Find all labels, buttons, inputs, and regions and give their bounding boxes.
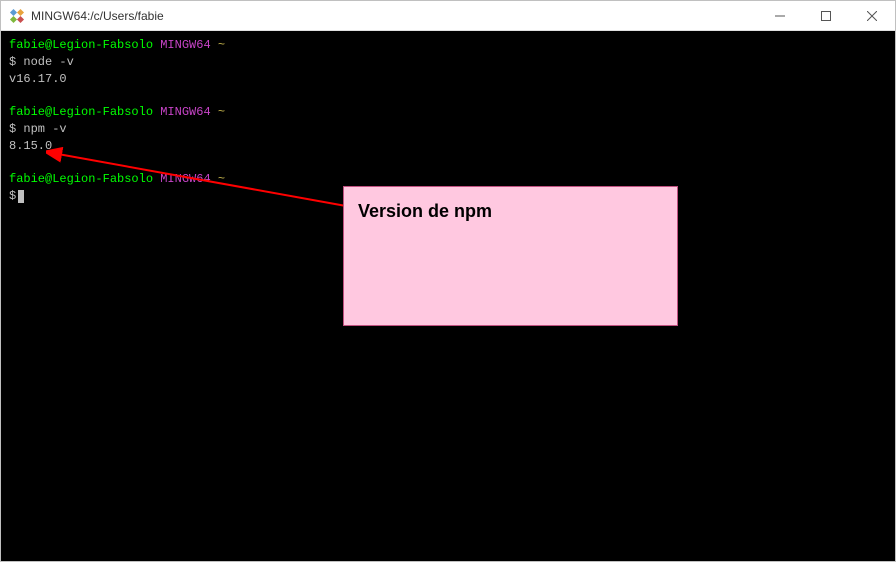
titlebar[interactable]: MINGW64:/c/Users/fabie bbox=[1, 1, 895, 31]
shell-name: MINGW64 bbox=[160, 172, 210, 186]
command-line: $ node -v bbox=[9, 54, 887, 71]
maximize-button[interactable] bbox=[803, 1, 849, 30]
minimize-button[interactable] bbox=[757, 1, 803, 30]
prompt-symbol: $ bbox=[9, 189, 16, 203]
command-text: npm -v bbox=[23, 122, 66, 136]
output-line: 8.15.0 bbox=[9, 138, 887, 155]
path: ~ bbox=[218, 172, 225, 186]
close-button[interactable] bbox=[849, 1, 895, 30]
user-host: fabie@Legion-Fabsolo bbox=[9, 172, 153, 186]
output-line: v16.17.0 bbox=[9, 71, 887, 88]
window-controls bbox=[757, 1, 895, 30]
prompt-symbol: $ bbox=[9, 55, 16, 69]
annotation-text: Version de npm bbox=[358, 201, 492, 221]
command-line: $ npm -v bbox=[9, 121, 887, 138]
terminal-window: MINGW64:/c/Users/fabie fabie@Legion-Fabs… bbox=[0, 0, 896, 562]
prompt-line: fabie@Legion-Fabsolo MINGW64 ~ bbox=[9, 104, 887, 121]
blank-line bbox=[9, 87, 887, 104]
blank-line bbox=[9, 155, 887, 172]
shell-name: MINGW64 bbox=[160, 38, 210, 52]
app-icon bbox=[9, 8, 25, 24]
user-host: fabie@Legion-Fabsolo bbox=[9, 38, 153, 52]
user-host: fabie@Legion-Fabsolo bbox=[9, 105, 153, 119]
annotation-box: Version de npm bbox=[343, 186, 678, 326]
cursor-icon bbox=[18, 190, 24, 203]
shell-name: MINGW64 bbox=[160, 105, 210, 119]
command-text: node -v bbox=[23, 55, 73, 69]
window-title: MINGW64:/c/Users/fabie bbox=[31, 9, 757, 23]
path: ~ bbox=[218, 105, 225, 119]
terminal-body[interactable]: fabie@Legion-Fabsolo MINGW64 ~ $ node -v… bbox=[1, 31, 895, 561]
prompt-symbol: $ bbox=[9, 122, 16, 136]
prompt-line: fabie@Legion-Fabsolo MINGW64 ~ bbox=[9, 37, 887, 54]
path: ~ bbox=[218, 38, 225, 52]
